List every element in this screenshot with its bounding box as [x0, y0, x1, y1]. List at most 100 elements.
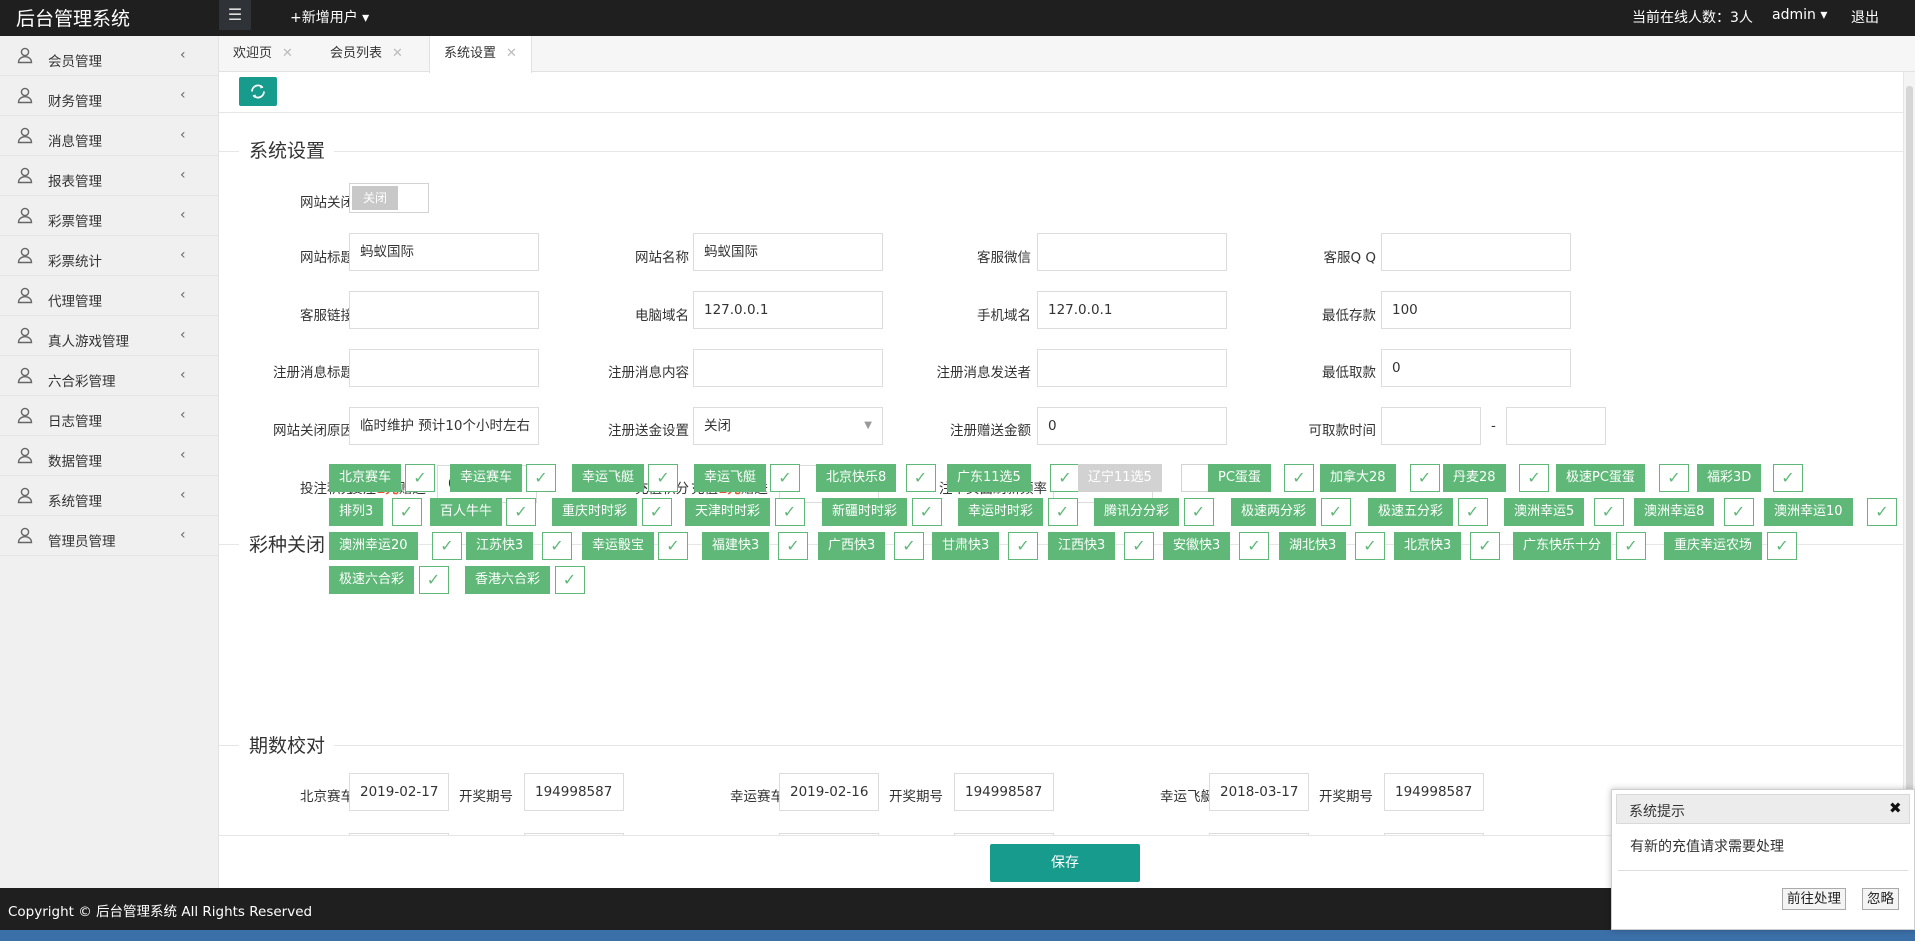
vertical-scrollbar[interactable]: [1903, 72, 1915, 888]
refresh-button[interactable]: [239, 77, 277, 106]
user-icon: [17, 447, 33, 464]
lottery-toggle[interactable]: 安徽快3 ✓: [1163, 532, 1269, 560]
lottery-toggle[interactable]: 百人牛牛 ✓: [430, 498, 536, 526]
tab-welcome[interactable]: 欢迎页 ✕: [219, 36, 307, 72]
sidebar-item[interactable]: 代理管理 ‹: [0, 276, 218, 316]
tab-member-list[interactable]: 会员列表 ✕: [316, 36, 417, 72]
lottery-toggle[interactable]: 澳洲幸运20 ✓: [329, 532, 462, 560]
lottery-name: 幸运飞艇: [572, 464, 645, 492]
min-withdraw-input[interactable]: 0: [1381, 349, 1571, 387]
close-icon[interactable]: ✕: [392, 46, 403, 61]
sidebar-item[interactable]: 会员管理 ‹: [0, 36, 218, 76]
lottery-toggle[interactable]: 北京快3 ✓: [1394, 532, 1500, 560]
user-icon: [17, 207, 33, 224]
sidebar-item[interactable]: 数据管理 ‹: [0, 436, 218, 476]
period-date-input[interactable]: 2018-03-17: [1209, 773, 1309, 811]
lottery-toggle[interactable]: 福建快3 ✓: [702, 532, 808, 560]
sidebar-item[interactable]: 六合彩管理 ‹: [0, 356, 218, 396]
add-user-button[interactable]: +新增用户 ▾: [290, 7, 369, 27]
sidebar-item-label: 真人游戏管理: [48, 334, 129, 350]
pc-domain-label: 电脑域名: [635, 308, 689, 324]
lottery-toggle[interactable]: 幸运飞艇 ✓: [694, 464, 800, 492]
chevron-left-icon: ‹: [180, 207, 186, 223]
lottery-toggle[interactable]: 幸运飞艇 ✓: [572, 464, 678, 492]
lottery-toggle[interactable]: 福彩3D ✓: [1697, 464, 1803, 492]
lottery-name: 广东快乐十分: [1513, 532, 1612, 560]
site-name-label: 网站名称: [635, 250, 689, 266]
sidebar-item[interactable]: 管理员管理 ‹: [0, 516, 218, 556]
lottery-toggle[interactable]: 广西快3 ✓: [818, 532, 924, 560]
sidebar-item-label: 彩票统计: [48, 254, 102, 270]
lottery-name: 甘肃快3: [932, 532, 1000, 560]
lottery-toggle[interactable]: 幸运赛车 ✓: [450, 464, 556, 492]
lottery-toggle[interactable]: 幸运时时彩 ✓: [958, 498, 1078, 526]
ignore-button[interactable]: 忽略: [1862, 888, 1899, 910]
site-close-switch[interactable]: 关闭: [349, 183, 429, 213]
lottery-toggle[interactable]: 极速两分彩 ✓: [1231, 498, 1351, 526]
lottery-toggle[interactable]: 重庆时时彩 ✓: [552, 498, 672, 526]
sidebar-item[interactable]: 系统管理 ‹: [0, 476, 218, 516]
lottery-toggle[interactable]: 腾讯分分彩 ✓: [1094, 498, 1214, 526]
lottery-toggle[interactable]: 香港六合彩 ✓: [465, 566, 585, 594]
lottery-toggle[interactable]: 重庆幸运农场 ✓: [1664, 532, 1797, 560]
check-icon: ✓: [554, 566, 585, 594]
lottery-name: 极速PC蛋蛋: [1556, 464, 1645, 492]
lottery-toggle[interactable]: 甘肃快3 ✓: [932, 532, 1038, 560]
lottery-toggle[interactable]: 澳洲幸运5 ✓: [1504, 498, 1624, 526]
sidebar-item[interactable]: 彩票管理 ‹: [0, 196, 218, 236]
lottery-toggle[interactable]: 广东11选5 ✓: [947, 464, 1080, 492]
sidebar-item[interactable]: 真人游戏管理 ‹: [0, 316, 218, 356]
menu-icon[interactable]: ☰: [219, 0, 251, 30]
check-icon: ✓: [1767, 532, 1797, 560]
sidebar-item[interactable]: 报表管理 ‹: [0, 156, 218, 196]
save-button[interactable]: 保存: [990, 844, 1140, 882]
lottery-name: 幸运骰宝: [582, 532, 655, 560]
close-icon[interactable]: ✕: [282, 46, 293, 61]
lottery-toggle[interactable]: 澳洲幸运8 ✓: [1634, 498, 1754, 526]
close-icon[interactable]: ✖: [1889, 799, 1902, 817]
cs-link-label: 客服链接: [300, 308, 354, 324]
period-date-input[interactable]: 2019-02-17: [349, 773, 449, 811]
chevron-left-icon: ‹: [180, 367, 186, 383]
lottery-toggle[interactable]: 湖北快3 ✓: [1279, 532, 1385, 560]
go-process-button[interactable]: 前往处理: [1782, 888, 1846, 910]
lottery-toggle[interactable]: 北京赛车 ✓: [329, 464, 435, 492]
lottery-toggle[interactable]: 排列3 ✓: [329, 498, 422, 526]
lottery-toggle[interactable]: 丹麦28 ✓: [1443, 464, 1549, 492]
chevron-left-icon: ‹: [180, 487, 186, 503]
issue-input[interactable]: 194998587: [1384, 773, 1484, 811]
lottery-toggle[interactable]: 极速PC蛋蛋 ✓: [1556, 464, 1689, 492]
min-deposit-input[interactable]: 100: [1381, 291, 1571, 329]
lottery-toggle[interactable]: 澳洲幸运10 ✓: [1764, 498, 1897, 526]
sidebar-item[interactable]: 日志管理 ‹: [0, 396, 218, 436]
lottery-toggle[interactable]: 广东快乐十分 ✓: [1513, 532, 1646, 560]
check-icon: ✓: [526, 464, 556, 492]
sidebar-item[interactable]: 财务管理 ‹: [0, 76, 218, 116]
close-icon[interactable]: ✕: [506, 46, 517, 61]
lottery-toggle[interactable]: 江苏快3 ✓: [466, 532, 572, 560]
check-icon: ✓: [1183, 498, 1214, 526]
lottery-toggle[interactable]: 幸运骰宝 ✓: [582, 532, 688, 560]
lottery-toggle[interactable]: PC蛋蛋 ✓: [1208, 464, 1314, 492]
lottery-name: 广西快3: [818, 532, 886, 560]
lottery-toggle[interactable]: 极速六合彩 ✓: [329, 566, 449, 594]
logout-link[interactable]: 退出: [1851, 7, 1879, 27]
lottery-toggle[interactable]: 辽宁11选5 ✓: [1078, 464, 1211, 492]
tab-system-settings[interactable]: 系统设置 ✕: [429, 36, 532, 73]
lottery-toggle[interactable]: 加拿大28 ✓: [1320, 464, 1440, 492]
lottery-toggle[interactable]: 极速五分彩 ✓: [1368, 498, 1488, 526]
sidebar-item[interactable]: 消息管理 ‹: [0, 116, 218, 156]
lottery-toggle[interactable]: 北京快乐8 ✓: [816, 464, 936, 492]
issue-input[interactable]: 194998587: [524, 773, 624, 811]
sidebar-item[interactable]: 彩票统计 ‹: [0, 236, 218, 276]
lottery-toggle[interactable]: 天津时时彩 ✓: [685, 498, 805, 526]
lottery-toggle[interactable]: 江西快3 ✓: [1048, 532, 1154, 560]
issue-input[interactable]: 194998587: [954, 773, 1054, 811]
lottery-toggle[interactable]: 新疆时时彩 ✓: [822, 498, 942, 526]
admin-menu[interactable]: admin ▾: [1772, 7, 1827, 23]
cs-qq-input[interactable]: [1381, 233, 1571, 271]
period-date-input[interactable]: 2019-02-16: [779, 773, 879, 811]
withdraw-time-to[interactable]: [1506, 407, 1606, 445]
section-title-lottery: 彩种关闭: [249, 534, 326, 556]
withdraw-time-from[interactable]: [1381, 407, 1481, 445]
